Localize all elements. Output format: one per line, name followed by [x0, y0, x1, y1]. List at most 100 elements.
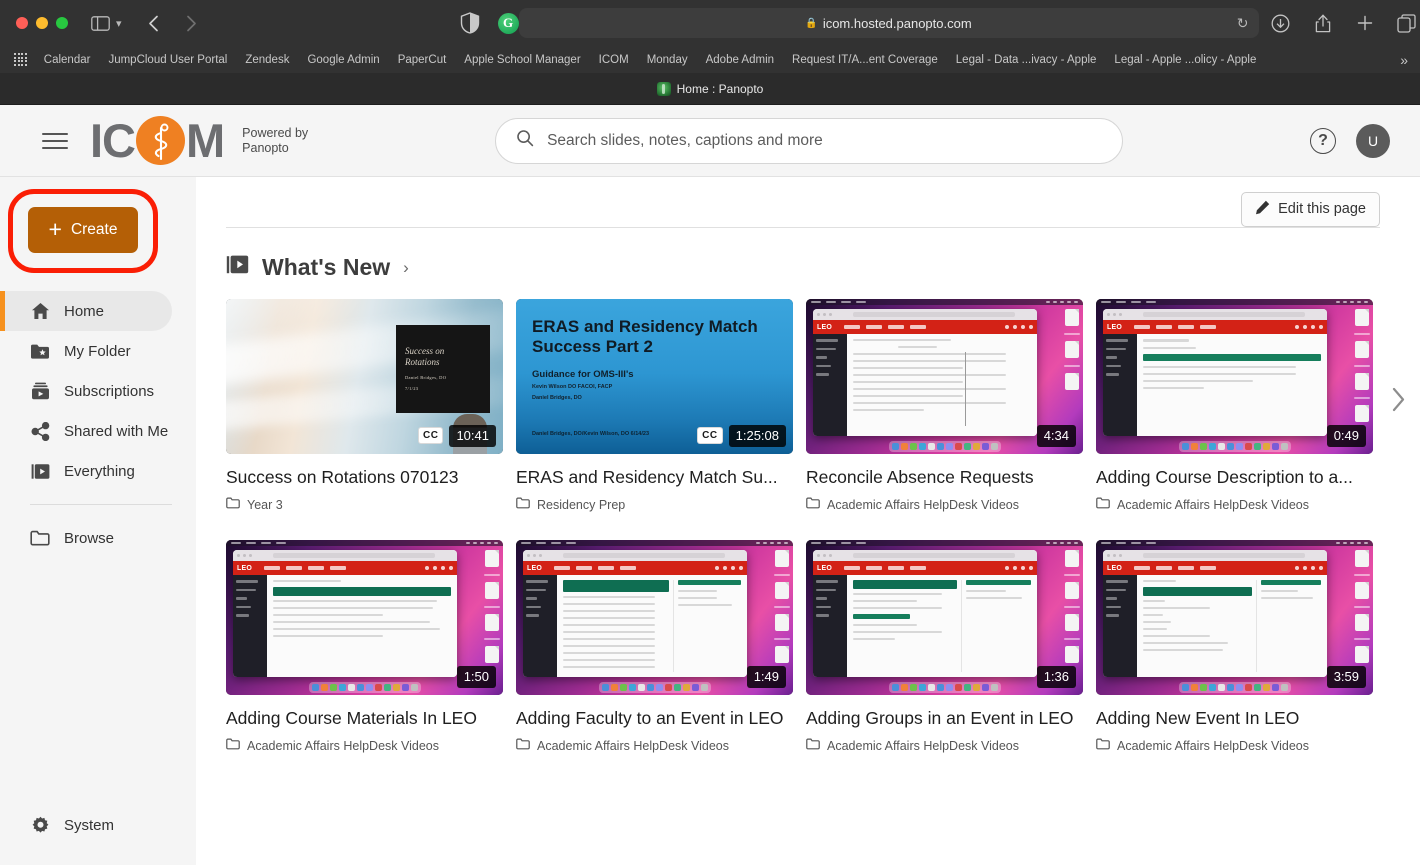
video-title[interactable]: Success on Rotations 070123 — [226, 467, 503, 488]
video-thumbnail[interactable]: LEO — [226, 540, 503, 695]
bookmark-legal-data-privacy[interactable]: Legal - Data ...ivacy - Apple — [947, 54, 1106, 66]
sidebar-item-subscriptions[interactable]: Subscriptions — [0, 371, 172, 411]
video-folder[interactable]: Academic Affairs HelpDesk Videos — [806, 497, 1083, 512]
sidebar-item-label: Subscriptions — [64, 382, 155, 400]
video-card[interactable]: LEO — [806, 540, 1083, 753]
caduceus-icon — [136, 116, 185, 165]
video-card[interactable]: ERAS and Residency Match Success Part 2 … — [516, 299, 793, 512]
icom-logo[interactable]: IC M — [90, 114, 225, 167]
reload-icon[interactable]: ↻ — [1237, 15, 1249, 32]
whats-new-section-header[interactable]: What's New › — [226, 254, 1420, 281]
logo-text-left: IC — [90, 114, 136, 167]
bookmark-calendar[interactable]: Calendar — [35, 54, 100, 66]
sidebar-item-label: System — [64, 816, 115, 834]
create-button-label: Create — [70, 221, 118, 238]
edit-this-page-button[interactable]: Edit this page — [1241, 191, 1380, 227]
video-thumbnail[interactable]: LEO — [1096, 540, 1373, 695]
folder-icon — [806, 738, 820, 753]
tab-overview-icon[interactable] — [1393, 9, 1420, 37]
video-folder[interactable]: Residency Prep — [516, 497, 793, 512]
close-window-button[interactable] — [16, 17, 28, 29]
duration-badge: 1:50 — [456, 665, 496, 688]
video-title[interactable]: Adding Course Description to a... — [1096, 467, 1373, 488]
video-thumbnail[interactable]: LEO — [806, 299, 1083, 454]
cc-badge: CC — [418, 427, 444, 445]
video-card[interactable]: LEO — [1096, 540, 1373, 753]
video-title[interactable]: ERAS and Residency Match Su... — [516, 467, 793, 488]
create-button[interactable]: + Create — [28, 207, 138, 253]
slide-overlay: Success on Rotations Daniel Bridges, DO … — [396, 325, 490, 413]
video-title[interactable]: Adding Faculty to an Event in LEO — [516, 708, 793, 729]
video-thumbnail[interactable]: LEO — [516, 540, 793, 695]
sidebar-item-home[interactable]: Home — [0, 291, 172, 331]
video-card[interactable]: Success on Rotations Daniel Bridges, DO … — [226, 299, 503, 512]
bookmark-zendesk[interactable]: Zendesk — [236, 54, 298, 66]
search-input[interactable]: Search slides, notes, captions and more — [495, 117, 1124, 164]
address-bar[interactable]: 🔒 icom.hosted.panopto.com ↻ — [518, 8, 1259, 38]
bookmark-legal-apple-policy[interactable]: Legal - Apple ...olicy - Apple — [1105, 54, 1265, 66]
browser-tab-active[interactable]: Home : Panopto — [656, 81, 763, 96]
sidebar-item-my-folder[interactable]: My Folder — [0, 331, 172, 371]
carousel-next-button[interactable] — [1384, 379, 1412, 419]
video-thumbnail[interactable]: LEO — [1096, 299, 1373, 454]
video-card[interactable]: LEO — [516, 540, 793, 753]
video-grid-row-2: LEO 1:50 Adding Course Materials In LEO … — [226, 540, 1420, 753]
bookmark-request-it-coverage[interactable]: Request IT/A...ent Coverage — [783, 54, 947, 66]
video-thumbnail[interactable]: Success on Rotations Daniel Bridges, DO … — [226, 299, 503, 454]
apps-grid-icon[interactable] — [14, 53, 27, 66]
sidebar-item-everything[interactable]: Everything — [0, 451, 172, 491]
gear-icon — [30, 816, 50, 835]
video-title[interactable]: Adding New Event In LEO — [1096, 708, 1373, 729]
bookmark-jumpcloud-user-portal[interactable]: JumpCloud User Portal — [99, 54, 236, 66]
bookmark-adobe-admin[interactable]: Adobe Admin — [697, 54, 783, 66]
video-card[interactable]: LEO — [226, 540, 503, 753]
sidebar-item-browse[interactable]: Browse — [0, 518, 172, 558]
bookmarks-overflow-icon[interactable]: » — [1400, 52, 1410, 68]
download-icon[interactable] — [1267, 9, 1295, 37]
create-zone: + Create — [0, 189, 196, 273]
video-thumbnail[interactable]: LEO — [806, 540, 1083, 695]
video-folder[interactable]: Year 3 — [226, 497, 503, 512]
bookmark-google-admin[interactable]: Google Admin — [298, 54, 388, 66]
bookmark-apple-school-manager[interactable]: Apple School Manager — [455, 54, 589, 66]
video-card[interactable]: LEO — [1096, 299, 1373, 512]
video-folder[interactable]: Academic Affairs HelpDesk Videos — [516, 738, 793, 753]
new-tab-plus-icon[interactable] — [1351, 9, 1379, 37]
maximize-window-button[interactable] — [56, 17, 68, 29]
avatar[interactable]: U — [1356, 123, 1390, 158]
subscriptions-icon — [30, 382, 50, 400]
sidebar-chevron-down-icon[interactable]: ▾ — [116, 17, 122, 30]
window-traffic-lights — [16, 17, 68, 29]
share-icon[interactable] — [1309, 9, 1337, 37]
hamburger-menu-icon[interactable] — [42, 128, 68, 154]
video-folder[interactable]: Academic Affairs HelpDesk Videos — [226, 738, 503, 753]
bookmark-icom[interactable]: ICOM — [590, 54, 638, 66]
minimize-window-button[interactable] — [36, 17, 48, 29]
chevron-right-icon[interactable]: › — [403, 258, 409, 278]
video-folder[interactable]: Academic Affairs HelpDesk Videos — [1096, 738, 1373, 753]
sidebar-item-label: Everything — [64, 462, 135, 480]
navigation-arrows — [140, 9, 206, 37]
privacy-shield-icon[interactable] — [456, 9, 484, 37]
address-bar-url: icom.hosted.panopto.com — [822, 15, 972, 31]
sidebar-toggle-icon[interactable] — [86, 9, 114, 37]
grammarly-extension-icon[interactable]: G — [497, 12, 519, 34]
video-title[interactable]: Adding Groups in an Event in LEO — [806, 708, 1083, 729]
sidebar-item-shared-with-me[interactable]: Shared with Me — [0, 411, 172, 451]
sidebar-item-label: Shared with Me — [64, 422, 169, 440]
help-icon[interactable]: ? — [1310, 127, 1336, 154]
app-header: IC M Powered by Panopto Search slides, n… — [0, 105, 1420, 177]
thumbnail-badges: 1:36 — [1036, 665, 1076, 688]
video-folder[interactable]: Academic Affairs HelpDesk Videos — [806, 738, 1083, 753]
bookmark-papercut[interactable]: PaperCut — [389, 54, 456, 66]
video-folder[interactable]: Academic Affairs HelpDesk Videos — [1096, 497, 1373, 512]
video-title[interactable]: Adding Course Materials In LEO — [226, 708, 503, 729]
video-thumbnail[interactable]: ERAS and Residency Match Success Part 2 … — [516, 299, 793, 454]
video-title[interactable]: Reconcile Absence Requests — [806, 467, 1083, 488]
back-arrow-icon[interactable] — [140, 9, 168, 37]
forward-arrow-icon[interactable] — [178, 9, 206, 37]
sidebar-item-system[interactable]: System — [0, 805, 172, 845]
video-card[interactable]: LEO — [806, 299, 1083, 512]
bookmark-monday[interactable]: Monday — [638, 54, 697, 66]
pencil-icon — [1255, 200, 1270, 219]
